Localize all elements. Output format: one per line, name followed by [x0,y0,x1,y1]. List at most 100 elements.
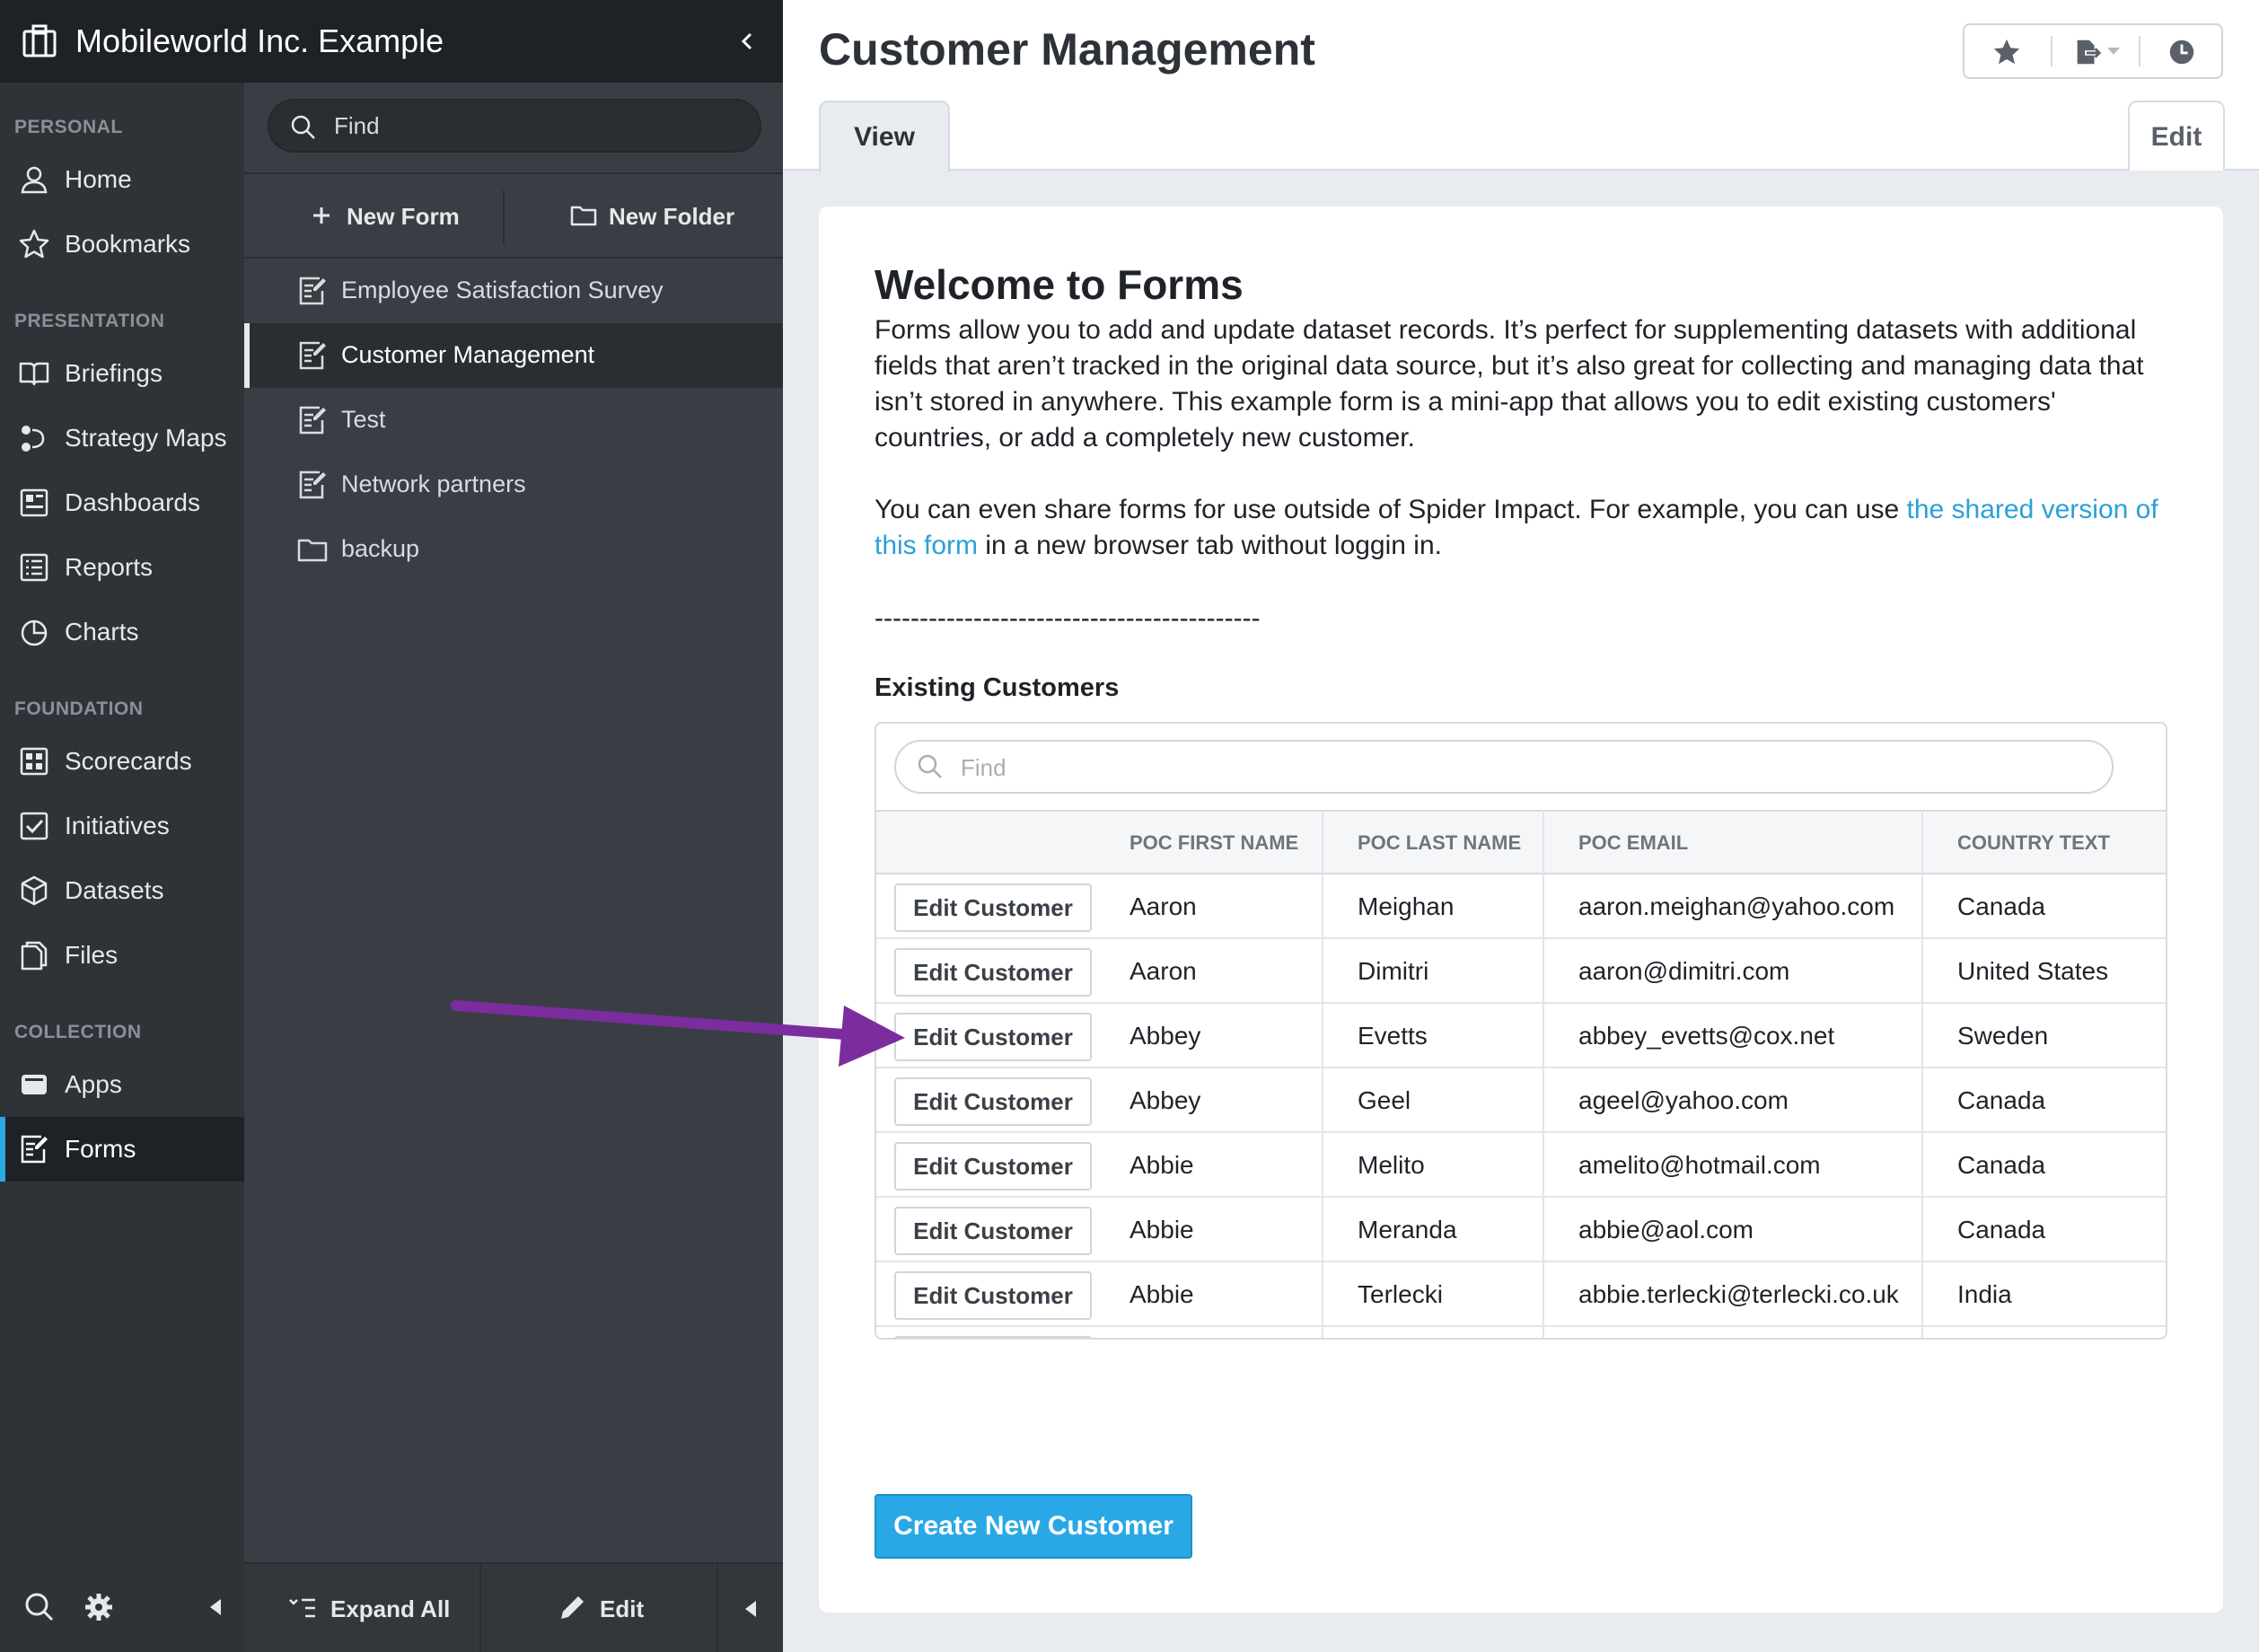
nav-label: Dashboards [65,488,200,516]
building-icon [22,24,57,57]
column-header[interactable]: POC EMAIL [1578,831,1688,855]
table-cell: abbey_evetts@cox.net [1578,1022,1835,1050]
table-cell: Terlecki [1358,1280,1443,1308]
org-name: Mobileworld Inc. Example [75,22,444,59]
nav-item-files[interactable]: Files [0,923,244,988]
files-icon [21,941,48,971]
pie-chart-icon [21,620,48,646]
page-header: Customer Management View Edit [783,0,2259,172]
pencil-icon [561,1596,584,1619]
table-cell: Abbey [1130,1086,1201,1114]
app-window-icon [22,1075,47,1094]
expand-all-button[interactable]: Expand All [287,1591,467,1627]
column-header[interactable]: COUNTRY TEXT [1957,831,2110,855]
table-cell: abbie.terlecki@terlecki.co.uk [1578,1280,1899,1308]
nav-label: Strategy Maps [65,424,227,452]
column-header[interactable]: POC FIRST NAME [1130,831,1298,855]
form-item-label: Employee Satisfaction Survey [341,277,664,303]
nav-item-briefings[interactable]: Briefings [0,341,244,406]
bookmark-button[interactable] [1965,25,2049,77]
form-item-label: Customer Management [341,341,595,368]
scorecard-icon [20,747,48,776]
edit-customer-button[interactable]: Edit Customer [894,1336,1092,1338]
edit-panel-button[interactable]: Edit [557,1591,691,1627]
new-form-button[interactable]: New Form [307,192,487,242]
expand-all-icon [289,1598,315,1618]
nav-item-bookmarks[interactable]: Bookmarks [0,212,244,277]
tab-view[interactable]: View [819,101,950,172]
nav-label: Briefings [65,359,163,387]
column-header[interactable]: POC LAST NAME [1358,831,1521,855]
new-folder-button[interactable]: New Folder [569,192,758,242]
nav-item-scorecards[interactable]: Scorecards [0,729,244,794]
form-list-item[interactable]: backup [244,517,783,582]
nav-label: Files [65,941,119,969]
gear-icon[interactable] [83,1591,115,1623]
new-folder-label: New Folder [609,203,735,230]
nav-item-dashboards[interactable]: Dashboards [0,470,244,535]
nav-item-reports[interactable]: Reports [0,535,244,600]
nav-label: Datasets [65,876,164,904]
collapse-left-icon[interactable] [199,1591,232,1623]
tab-edit-label: Edit [2150,122,2202,152]
table-search[interactable] [894,740,2114,794]
edit-customer-button[interactable]: Edit Customer [894,1013,1092,1061]
table-search-input[interactable] [961,751,2083,784]
header-toolbar [1963,23,2223,79]
annotation-arrow-icon [451,1000,905,1067]
panel-footer: Expand All Edit [244,1562,783,1652]
list-icon [20,553,48,582]
nav-label: Initiatives [65,812,170,839]
edit-customer-button[interactable]: Edit Customer [894,1142,1092,1191]
section-presentation: PRESENTATION [14,311,165,331]
tab-view-label: View [854,122,915,152]
share-text: in a new browser tab without loggin in. [978,531,1442,560]
export-button[interactable] [2052,25,2137,77]
form-list-item[interactable]: Employee Satisfaction Survey [244,259,783,323]
form-list-item[interactable]: Customer Management [244,323,783,388]
edit-customer-button[interactable]: Edit Customer [894,883,1092,932]
table-header: POC FIRST NAME POC LAST NAME POC EMAIL C… [876,810,2166,874]
nav-item-home[interactable]: Home [0,147,244,212]
form-list-item[interactable]: Network partners [244,453,783,517]
nav-item-apps[interactable]: Apps [0,1052,244,1117]
edit-customer-button[interactable]: Edit Customer [894,1207,1092,1255]
existing-customers-title: Existing Customers [875,673,1120,702]
table-cell: Aaron [1130,957,1197,985]
table-cell: Meranda [1358,1216,1457,1243]
nav-item-datasets[interactable]: Datasets [0,858,244,923]
chevron-down-icon [2107,48,2120,55]
table-row: Edit Customer Abbie Melito amelito@hotmail.… [876,1133,2166,1198]
nav-item-forms[interactable]: Forms [0,1117,244,1182]
customers-table: POC FIRST NAME POC LAST NAME POC EMAIL C… [875,722,2167,1340]
history-button[interactable] [2140,25,2223,77]
form-list-item[interactable]: Test [244,388,783,453]
table-cell: Canada [1957,1151,2046,1179]
tab-edit[interactable]: Edit [2128,101,2225,171]
folder-icon [297,539,328,562]
edit-customer-button[interactable]: Edit Customer [894,948,1092,997]
clock-icon [2169,40,2194,65]
table-cell: India [1957,1280,2012,1308]
collapse-left-icon[interactable] [734,1593,767,1625]
search-icon[interactable] [23,1591,56,1623]
edit-customer-button[interactable]: Edit Customer [894,1077,1092,1126]
chevron-left-icon[interactable] [734,23,760,59]
panel-actions: New Form New Folder [244,172,783,259]
create-new-customer-button[interactable]: Create New Customer [875,1494,1192,1559]
forms-panel: New Form New Folder Employee Satisfactio… [244,83,783,1652]
panel-search[interactable] [268,99,761,153]
table-row: Edit Customer Abbie Terlecki abbie.terlecki… [876,1262,2166,1327]
divider [503,190,505,244]
main-nav: PERSONAL Home Bookmarks PRESENTATION Bri… [0,0,244,1652]
nav-item-charts[interactable]: Charts [0,600,244,664]
nav-label: Apps [65,1070,122,1098]
table-row: Edit Customer Aaron Dimitri aaron@dimitri.c… [876,939,2166,1004]
nav-item-initiatives[interactable]: Initiatives [0,794,244,858]
table-row: Edit Customer Abbey Geel ageel@yahoo.com Can… [876,1068,2166,1133]
table-row: Edit Customer Abbey Evetts abbey_evetts@cox… [876,1004,2166,1068]
edit-customer-button[interactable]: Edit Customer [894,1271,1092,1320]
nav-item-strategy-maps[interactable]: Strategy Maps [0,406,244,470]
panel-search-input[interactable] [334,110,729,142]
book-icon [19,362,49,386]
